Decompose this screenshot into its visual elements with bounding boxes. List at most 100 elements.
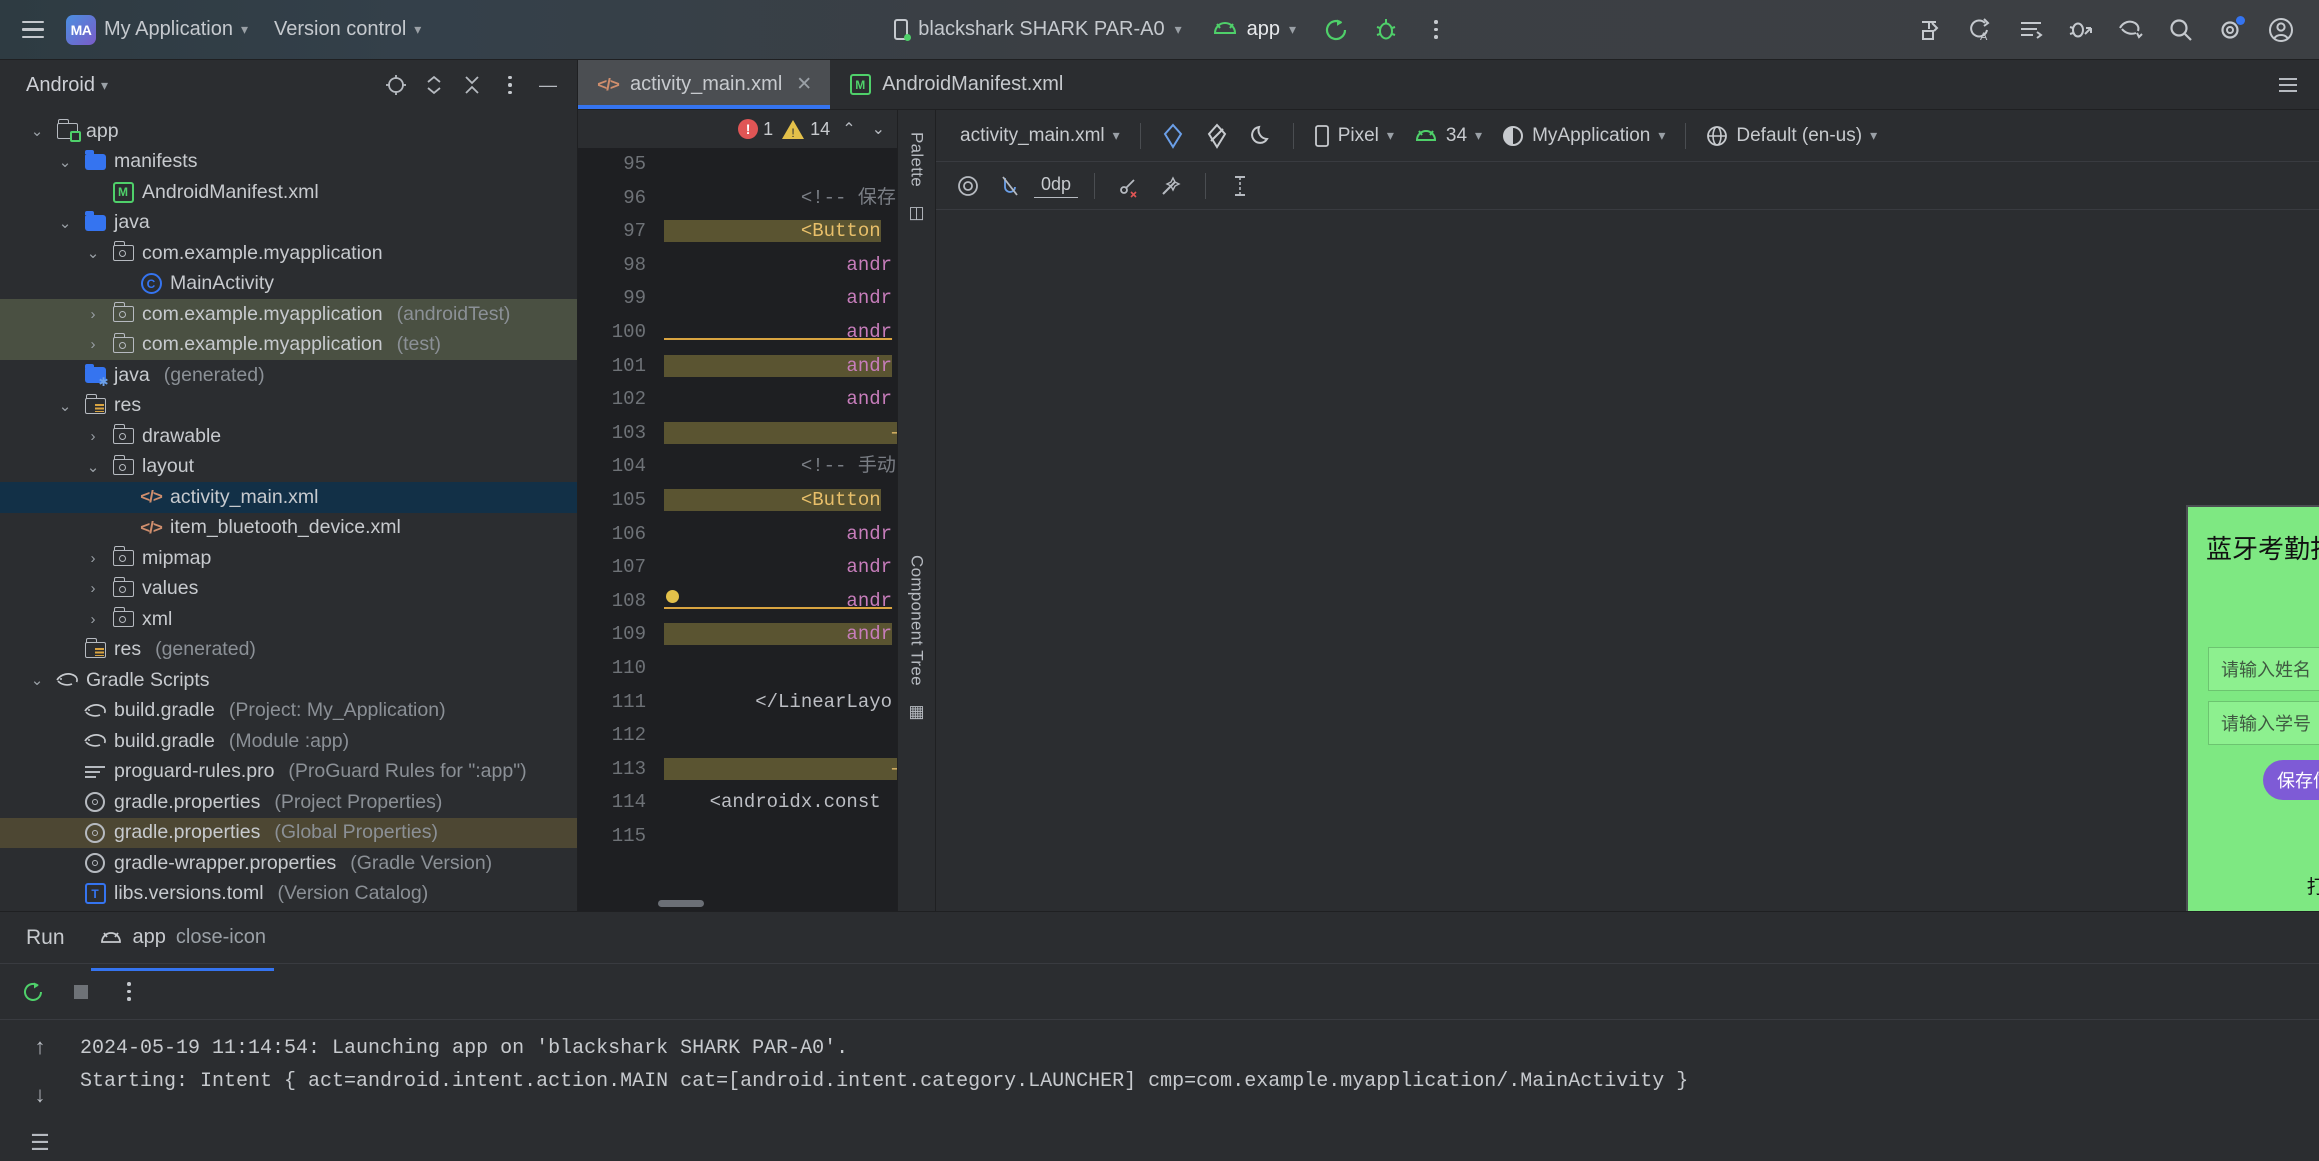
- device-selector[interactable]: blackshark SHARK PAR-A0 ▾: [884, 13, 1191, 46]
- main-menu-icon[interactable]: [18, 15, 48, 45]
- code-line[interactable]: andr: [656, 518, 897, 552]
- project-selector[interactable]: MA My Application ▾: [58, 10, 256, 50]
- tree-item-drawable[interactable]: › drawable: [0, 421, 577, 452]
- tree-item-values[interactable]: › values: [0, 574, 577, 605]
- tree-item-java[interactable]: ✱ java (generated): [0, 360, 577, 391]
- chevron-down-icon[interactable]: ▾: [101, 77, 108, 94]
- chevron-right-icon[interactable]: ›: [82, 550, 104, 567]
- code-line[interactable]: [656, 719, 897, 753]
- autoconnect-icon[interactable]: [992, 169, 1028, 203]
- chevron-down-icon[interactable]: ⌄: [82, 244, 104, 262]
- prev-problem-icon[interactable]: ⌃: [838, 119, 859, 139]
- tree-item-com-example-myapplication[interactable]: › com.example.myapplication (test): [0, 329, 577, 360]
- tree-item-layout[interactable]: ⌄ layout: [0, 452, 577, 483]
- locale-selector[interactable]: Default (en-us) ▾: [1696, 120, 1887, 152]
- tree-item-java[interactable]: ⌄ java: [0, 208, 577, 239]
- editor-tab-activity_main-xml[interactable]: </> activity_main.xml ✕: [578, 60, 831, 109]
- tree-item-build-gradle[interactable]: build.gradle (Project: My_Application): [0, 696, 577, 727]
- code-line[interactable]: [656, 148, 897, 182]
- project-view-selector[interactable]: Android: [26, 74, 95, 97]
- more-actions-button[interactable]: [1416, 10, 1456, 50]
- tree-item-gradle-properties[interactable]: gradle.properties (Global Properties): [0, 817, 577, 848]
- collapse-all-icon[interactable]: [455, 68, 489, 102]
- account-button[interactable]: [2261, 10, 2301, 50]
- settings-button[interactable]: [2211, 10, 2251, 50]
- run-configuration-selector[interactable]: app ▾: [1202, 13, 1306, 46]
- code-line[interactable]: <Button: [656, 484, 897, 518]
- blueprint-mode-icon[interactable]: [1195, 118, 1239, 154]
- build-button[interactable]: [1911, 10, 1951, 50]
- code-line[interactable]: <!-- 手动: [656, 450, 897, 484]
- design-mode-icon[interactable]: [1151, 118, 1195, 154]
- code-line[interactable]: [656, 820, 897, 854]
- stop-icon[interactable]: [64, 975, 98, 1009]
- locate-icon[interactable]: [379, 68, 413, 102]
- tree-item-activity-main-xml[interactable]: </> activity_main.xml: [0, 482, 577, 513]
- tree-item-androidmanifest-xml[interactable]: M AndroidManifest.xml: [0, 177, 577, 208]
- code-line[interactable]: andr: [656, 249, 897, 283]
- preview-save-button[interactable]: 保存信息: [2263, 760, 2319, 800]
- chevron-right-icon[interactable]: ›: [82, 580, 104, 597]
- tree-item-mipmap[interactable]: › mipmap: [0, 543, 577, 574]
- code-line[interactable]: andr: [656, 383, 897, 417]
- gradle-sync-button[interactable]: [2111, 10, 2151, 50]
- code-line[interactable]: andr: [656, 282, 897, 316]
- chevron-down-icon[interactable]: ⌄: [54, 214, 76, 232]
- error-count-badge[interactable]: ! 1: [738, 119, 773, 140]
- code-lines[interactable]: <!-- 保存 <Button andr andr andr andr andr…: [656, 148, 897, 911]
- debug-attach-button[interactable]: [2061, 10, 2101, 50]
- editor-menu-icon[interactable]: [2271, 68, 2305, 102]
- expand-collapse-icon[interactable]: [417, 68, 451, 102]
- chevron-down-icon[interactable]: ⌄: [26, 671, 48, 689]
- guideline-icon[interactable]: [1222, 169, 1258, 203]
- chevron-down-icon[interactable]: ⌄: [54, 397, 76, 415]
- layout-file-selector[interactable]: activity_main.xml ▾: [950, 120, 1130, 152]
- device-selector-design[interactable]: Pixel ▾: [1304, 119, 1404, 153]
- chevron-right-icon[interactable]: ›: [82, 428, 104, 445]
- code-line[interactable]: —: [656, 753, 897, 787]
- search-button[interactable]: [2161, 10, 2201, 50]
- tree-item-build-gradle[interactable]: build.gradle (Module :app): [0, 726, 577, 757]
- horizontal-scrollbar[interactable]: [658, 900, 704, 907]
- chevron-right-icon[interactable]: ›: [82, 306, 104, 323]
- console-output[interactable]: 2024-05-19 11:14:54: Launching app on 'b…: [80, 1020, 2319, 1161]
- format-button[interactable]: [2011, 10, 2051, 50]
- code-line[interactable]: <Button: [656, 215, 897, 249]
- code-line[interactable]: andr: [656, 350, 897, 384]
- preview-id-input[interactable]: 请输入学号: [2208, 701, 2319, 745]
- tree-item-gradle-scripts[interactable]: ⌄ Gradle Scripts: [0, 665, 577, 696]
- tree-item-com-example-myapplication[interactable]: › com.example.myapplication (androidTest): [0, 299, 577, 330]
- scroll-up-icon[interactable]: ↑: [23, 1030, 57, 1064]
- tree-item-app[interactable]: ⌄ app: [0, 116, 577, 147]
- default-margin-value[interactable]: 0dp: [1034, 174, 1079, 198]
- close-tab-icon[interactable]: ✕: [796, 73, 812, 96]
- version-control-menu[interactable]: Version control ▾: [266, 13, 429, 46]
- clear-constraints-icon[interactable]: [1111, 169, 1147, 203]
- tree-item-xml[interactable]: › xml: [0, 604, 577, 635]
- code-line[interactable]: —: [656, 417, 897, 451]
- night-mode-icon[interactable]: [1239, 118, 1283, 154]
- rerun-icon[interactable]: [16, 975, 50, 1009]
- code-line[interactable]: andr: [656, 551, 897, 585]
- code-scroll-area[interactable]: 95 96 97 98 99 100 101 102 103 104 105 106 107 108 109…: [578, 148, 897, 911]
- warning-count-badge[interactable]: ! 14: [781, 118, 830, 140]
- tree-item-manifests[interactable]: ⌄ manifests: [0, 147, 577, 178]
- translate-button[interactable]: A: [1961, 10, 2001, 50]
- theme-selector[interactable]: MyApplication ▾: [1492, 120, 1675, 152]
- infer-constraints-icon[interactable]: [1153, 169, 1189, 203]
- chevron-down-icon[interactable]: ⌄: [54, 153, 76, 171]
- component-tree-tab[interactable]: Component Tree: [907, 555, 927, 686]
- chevron-down-icon[interactable]: ⌄: [26, 122, 48, 140]
- debug-button[interactable]: [1366, 10, 1406, 50]
- chevron-right-icon[interactable]: ›: [82, 611, 104, 628]
- code-line[interactable]: andr: [656, 316, 897, 350]
- tree-item-com-example-myapplication[interactable]: ⌄ com.example.myapplication: [0, 238, 577, 269]
- device-preview[interactable]: 蓝牙考勤打卡 打卡状态: 未打卡 请输入姓名 请输入学号 保存信息 手动打卡: [2186, 505, 2319, 911]
- api-level-selector[interactable]: 34 ▾: [1404, 120, 1492, 152]
- code-line[interactable]: [656, 652, 897, 686]
- tree-item-proguard-rules-pro[interactable]: proguard-rules.pro (ProGuard Rules for ":…: [0, 757, 577, 788]
- show-constraints-icon[interactable]: [950, 169, 986, 203]
- more-icon[interactable]: [493, 68, 527, 102]
- chevron-right-icon[interactable]: ›: [82, 336, 104, 353]
- palette-tab[interactable]: Palette: [907, 132, 927, 187]
